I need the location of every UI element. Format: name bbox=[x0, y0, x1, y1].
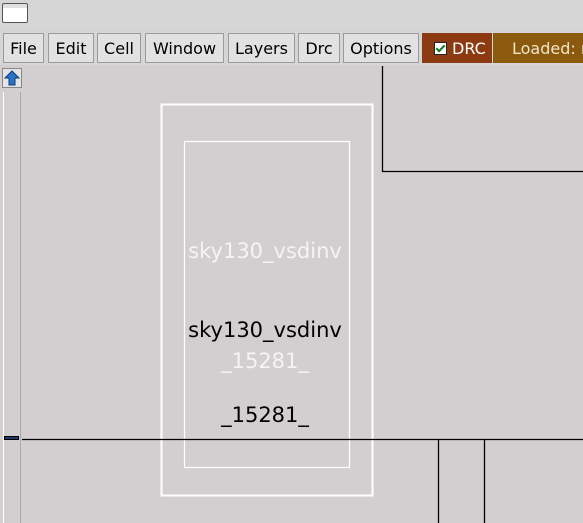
drc-label: DRC bbox=[452, 38, 486, 58]
menu-window[interactable]: Window bbox=[145, 33, 224, 63]
menu-drc[interactable]: Drc bbox=[298, 33, 340, 63]
cell-name-label: sky130_vsdinv bbox=[188, 318, 342, 342]
cell-outer-boundary bbox=[160, 103, 374, 497]
layout-drawing bbox=[22, 66, 583, 523]
menu-bar: File Edit Cell Window Layers Drc Options… bbox=[0, 31, 583, 65]
neighbor-cell-edge bbox=[381, 66, 583, 173]
scroll-up-button[interactable] bbox=[2, 68, 22, 88]
title-bar bbox=[0, 0, 583, 30]
menu-file[interactable]: File bbox=[3, 33, 44, 63]
drc-checkbox-icon[interactable] bbox=[434, 41, 447, 55]
instance-id-label-outline: _15281_ bbox=[221, 349, 309, 373]
scroll-thumb[interactable] bbox=[4, 436, 19, 440]
menu-edit[interactable]: Edit bbox=[48, 33, 94, 63]
drc-toggle[interactable]: DRC bbox=[422, 33, 492, 63]
menu-layers[interactable]: Layers bbox=[228, 33, 295, 63]
window-icon[interactable] bbox=[2, 3, 28, 23]
layout-canvas[interactable]: sky130_vsdinv sky130_vsdinv _15281_ _152… bbox=[22, 66, 583, 523]
vertical-scrollbar[interactable] bbox=[3, 92, 21, 523]
up-arrow-icon bbox=[4, 70, 20, 86]
cell-name-label-outline: sky130_vsdinv bbox=[188, 239, 342, 263]
loaded-label: Loaded: n bbox=[512, 38, 583, 58]
menu-cell[interactable]: Cell bbox=[97, 33, 141, 63]
instance-id-label: _15281_ bbox=[221, 403, 309, 427]
menu-options[interactable]: Options bbox=[343, 33, 419, 63]
loaded-status: Loaded: n bbox=[493, 33, 583, 63]
